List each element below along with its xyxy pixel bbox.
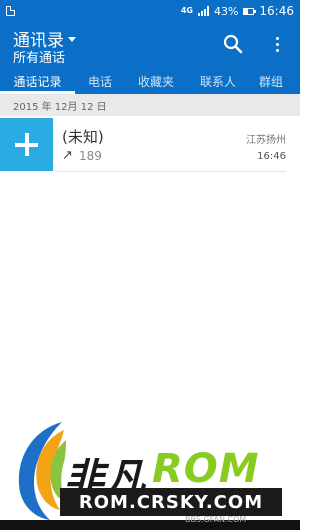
signal-icon bbox=[197, 6, 209, 16]
caller-name: (未知) bbox=[62, 128, 104, 146]
tab-phone[interactable]: 电话 bbox=[75, 68, 125, 94]
caller-number: 189 bbox=[79, 149, 102, 163]
battery-icon bbox=[243, 7, 257, 15]
call-time: 16:46 bbox=[257, 151, 286, 162]
page-subtitle: 所有通话 bbox=[13, 51, 66, 66]
status-clock: 16:46 bbox=[259, 4, 294, 18]
tab-bar: 通话记录 电话 收藏夹 联系人 群组 bbox=[0, 68, 300, 94]
app-bar: 通讯录 所有通话 bbox=[0, 22, 300, 68]
search-icon bbox=[223, 34, 243, 54]
status-bar: 4G 43% 16:46 bbox=[0, 0, 300, 22]
search-button[interactable] bbox=[222, 33, 244, 55]
tab-contacts[interactable]: 联系人 bbox=[187, 68, 249, 94]
caller-location: 江苏扬州 bbox=[246, 135, 286, 146]
date-header: 2015 年 12月 12 日 bbox=[0, 94, 300, 116]
battery-percent: 43% bbox=[213, 4, 239, 18]
sim-card-icon bbox=[6, 6, 15, 16]
call-log-row[interactable]: (未知) ↗ 189 江苏扬州 16:46 bbox=[0, 116, 300, 172]
caret-down-icon bbox=[68, 37, 76, 42]
outgoing-call-icon: ↗ bbox=[62, 148, 73, 163]
watermark-url: ROM.CRSKY.COM bbox=[60, 488, 282, 516]
tab-favorites[interactable]: 收藏夹 bbox=[125, 68, 187, 94]
divider bbox=[56, 171, 286, 172]
network-type: 4G bbox=[180, 6, 193, 15]
navigation-bar bbox=[0, 520, 300, 530]
more-options-button[interactable] bbox=[266, 33, 288, 55]
tab-call-log[interactable]: 通话记录 bbox=[0, 68, 75, 94]
tab-groups[interactable]: 群组 bbox=[249, 68, 300, 94]
more-icon bbox=[275, 36, 279, 40]
watermark-forum: BBS.GFAN.COM bbox=[185, 515, 247, 524]
add-contact-avatar[interactable] bbox=[0, 118, 53, 171]
